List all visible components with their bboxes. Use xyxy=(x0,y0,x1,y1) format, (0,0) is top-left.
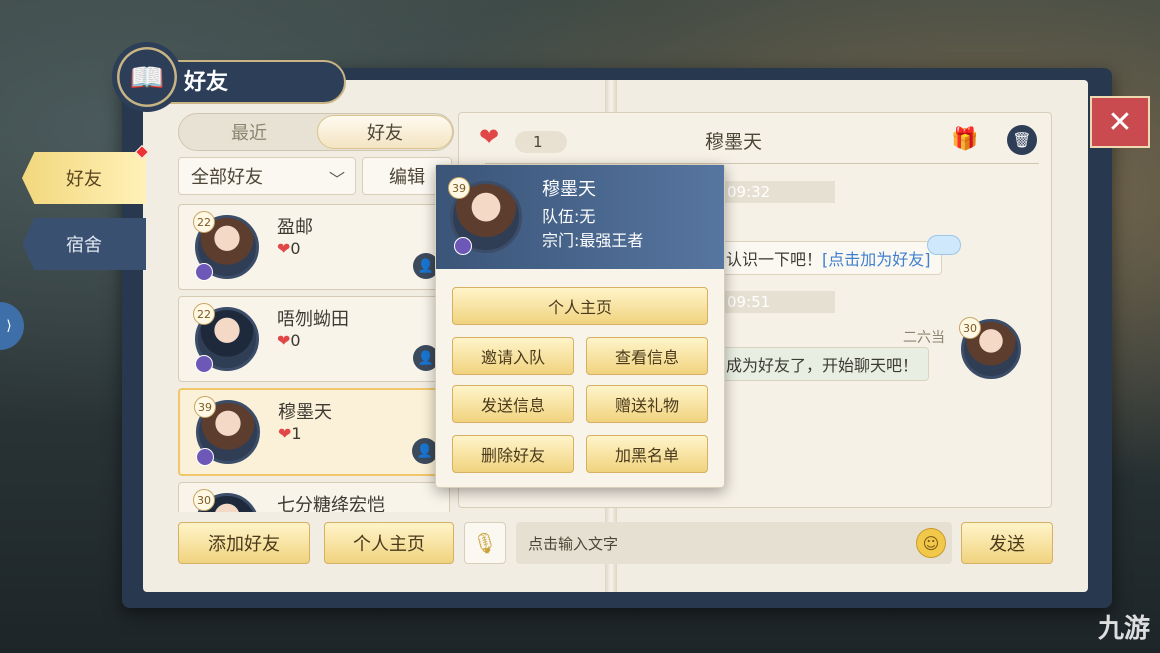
chat-header: ❤ 1 穆墨天 🎁 🗑 xyxy=(459,113,1053,161)
window-title: 好友 xyxy=(184,70,229,95)
message-text: 认识一下吧！ xyxy=(726,250,823,269)
friend-action-popup: 39 穆墨天 队伍:无 宗门:最强王者 个人主页 邀请入队 查看信息 发送信息 … xyxy=(435,164,725,488)
side-tab-friends[interactable]: 好友 xyxy=(22,152,146,204)
emoji-icon[interactable]: ☺ xyxy=(916,528,946,558)
sect-emblem-icon xyxy=(196,448,214,466)
friend-card[interactable]: 30 七分糖绛宏恺 xyxy=(178,482,450,512)
watermark-logo: 九游 xyxy=(1097,614,1150,644)
chat-message: 成为好友了，开始聊天吧！ xyxy=(715,347,930,381)
popup-sect: 宗门:最强王者 xyxy=(542,231,644,250)
trash-icon[interactable]: 🗑 xyxy=(1007,125,1037,155)
send-button[interactable]: 发送 xyxy=(961,522,1053,564)
friend-hearts: ❤0 xyxy=(277,331,301,350)
add-friend-link[interactable]: [点击加为好友] xyxy=(822,246,931,270)
book-icon: 📖 xyxy=(112,42,182,112)
delete-friend-button[interactable]: 删除好友 xyxy=(452,435,574,473)
friend-filter-dropdown[interactable]: 全部好友 ﹀ xyxy=(178,157,356,195)
sect-emblem-icon xyxy=(195,263,213,281)
friend-name: 盈邮 xyxy=(277,217,313,238)
message-timestamp: 09:32 xyxy=(723,181,835,203)
popup-name: 穆墨天 xyxy=(542,179,596,200)
window-title-bar: 📖 好友 xyxy=(108,40,348,116)
message-timestamp: 09:51 xyxy=(723,291,835,313)
heart-icon: ❤ xyxy=(479,123,500,151)
heart-count: 1 xyxy=(291,424,302,443)
level-badge: 39 xyxy=(194,396,216,418)
filter-value: 全部好友 xyxy=(191,167,263,188)
heart-icon: ❤ xyxy=(277,239,291,258)
intimacy-count: 1 xyxy=(515,131,567,153)
view-info-button[interactable]: 查看信息 xyxy=(586,337,708,375)
friend-hearts: ❤1 xyxy=(278,424,302,443)
friend-card[interactable]: 22 唔刎蚴田 ❤0 👤 xyxy=(178,296,450,382)
level-badge: 30 xyxy=(193,489,215,511)
tab-friends[interactable]: 好友 xyxy=(317,115,453,149)
profile-button[interactable]: 个人主页 xyxy=(324,522,454,564)
sect-emblem-icon xyxy=(195,355,213,373)
heart-count: 0 xyxy=(290,331,301,350)
sect-emblem-icon xyxy=(454,237,472,255)
level-badge: 30 xyxy=(959,317,981,339)
level-badge: 22 xyxy=(193,303,215,325)
friend-name: 唔刎蚴田 xyxy=(277,309,349,330)
friend-name: 穆墨天 xyxy=(278,402,332,423)
chevron-down-icon: ﹀ xyxy=(328,170,345,189)
chat-title: 穆墨天 xyxy=(705,131,763,153)
add-friend-button[interactable]: 添加好友 xyxy=(178,522,310,564)
friend-name: 七分糖绛宏恺 xyxy=(277,495,385,512)
system-message: 认识一下吧！ [点击加为好友] xyxy=(715,241,942,275)
close-icon[interactable]: ✕ xyxy=(1090,96,1150,148)
popup-header: 39 穆墨天 队伍:无 宗门:最强王者 xyxy=(436,165,724,269)
send-gift-button[interactable]: 赠送礼物 xyxy=(586,385,708,423)
friend-hearts: ❤0 xyxy=(277,239,301,258)
level-badge: 39 xyxy=(448,177,470,199)
microphone-icon[interactable]: 🎙 xyxy=(464,522,506,564)
view-profile-button[interactable]: 个人主页 xyxy=(452,287,708,325)
gift-icon[interactable]: 🎁 xyxy=(951,127,978,152)
friend-card-selected[interactable]: 39 穆墨天 ❤1 👤 xyxy=(178,388,450,476)
tab-recent[interactable]: 最近 xyxy=(181,115,317,149)
invite-team-button[interactable]: 邀请入队 xyxy=(452,337,574,375)
chat-input[interactable]: 点击输入文字 ☺ xyxy=(516,522,952,564)
chat-input-placeholder: 点击输入文字 xyxy=(528,534,619,553)
heart-count: 0 xyxy=(290,239,301,258)
send-message-button[interactable]: 发送信息 xyxy=(452,385,574,423)
side-tab-dorm[interactable]: 宿舍 xyxy=(22,218,146,270)
friend-card[interactable]: 22 盈邮 ❤0 👤 xyxy=(178,204,450,290)
heart-icon: ❤ xyxy=(278,424,292,443)
heart-icon: ❤ xyxy=(277,331,291,350)
level-badge: 22 xyxy=(193,211,215,233)
friend-list: 22 盈邮 ❤0 👤 22 唔刎蚴田 ❤0 👤 39 穆墨天 ❤1 👤 30 七… xyxy=(178,204,450,512)
blacklist-button[interactable]: 加黑名单 xyxy=(586,435,708,473)
sender-name: 二六当 xyxy=(903,330,945,346)
popup-team: 队伍:无 xyxy=(542,207,596,226)
cloud-decoration-icon xyxy=(927,235,961,255)
list-mode-toggle: 最近 好友 xyxy=(178,113,454,151)
